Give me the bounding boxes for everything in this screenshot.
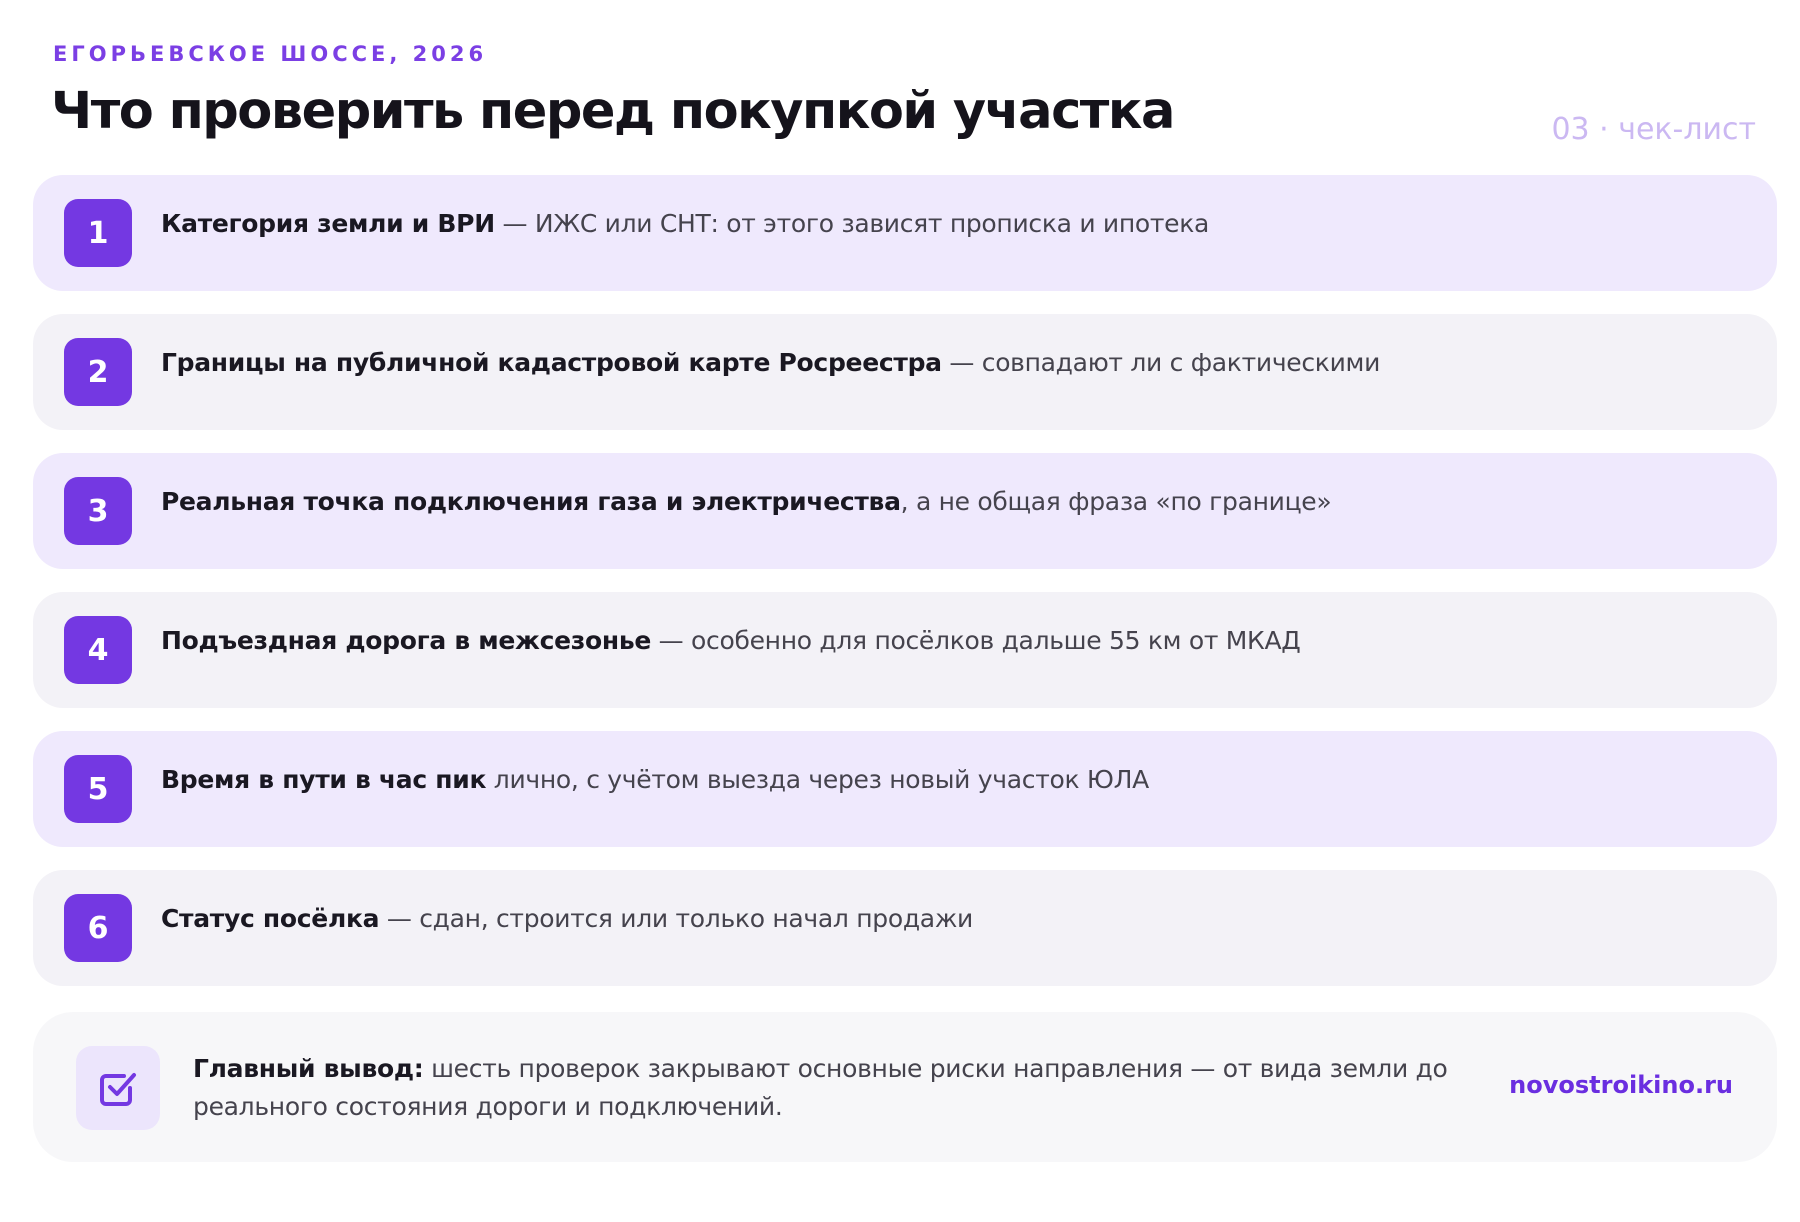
item-description: — ИЖС или СНТ: от этого зависят прописка… xyxy=(494,209,1210,238)
item-text: Статус посёлка — сдан, строится или толь… xyxy=(161,904,973,933)
item-description: , а не общая фраза «по границе» xyxy=(900,487,1332,516)
item-description: — сдан, строится или только начал продаж… xyxy=(379,904,974,933)
summary-card: Главный вывод: шесть проверок закрывают … xyxy=(33,1012,1777,1162)
item-number-badge: 5 xyxy=(64,755,132,823)
item-number-badge: 3 xyxy=(64,477,132,545)
item-title: Время в пути в час пик xyxy=(161,765,487,794)
item-title: Границы на публичной кадастровой карте Р… xyxy=(161,348,942,377)
summary-label: Главный вывод: xyxy=(193,1054,424,1083)
item-title: Статус посёлка xyxy=(161,904,380,933)
item-description: лично, с учётом выезда через новый участ… xyxy=(486,765,1149,794)
item-text: Границы на публичной кадастровой карте Р… xyxy=(161,348,1380,377)
checklist-item: 2 Границы на публичной кадастровой карте… xyxy=(33,314,1777,430)
checklist: 1 Категория земли и ВРИ — ИЖС или СНТ: о… xyxy=(33,175,1777,1009)
item-text: Подъездная дорога в межсезонье — особенн… xyxy=(161,626,1301,655)
item-description: — совпадают ли с фактическими xyxy=(941,348,1381,377)
kicker: ЕГОРЬЕВСКОЕ ШОССЕ, 2026 xyxy=(53,42,488,66)
item-number-badge: 4 xyxy=(64,616,132,684)
item-number-badge: 6 xyxy=(64,894,132,962)
item-title: Реальная точка подключения газа и электр… xyxy=(161,487,901,516)
item-text: Время в пути в час пик лично, с учётом в… xyxy=(161,765,1149,794)
checkbox-check-icon xyxy=(76,1046,160,1130)
checklist-item: 4 Подъездная дорога в межсезонье — особе… xyxy=(33,592,1777,708)
checklist-item: 6 Статус посёлка — сдан, строится или то… xyxy=(33,870,1777,986)
checklist-item: 1 Категория земли и ВРИ — ИЖС или СНТ: о… xyxy=(33,175,1777,291)
item-text: Реальная точка подключения газа и электр… xyxy=(161,487,1332,516)
summary-text: Главный вывод: шесть проверок закрывают … xyxy=(193,1050,1463,1126)
item-title: Категория земли и ВРИ xyxy=(161,209,495,238)
checklist-item: 3 Реальная точка подключения газа и элек… xyxy=(33,453,1777,569)
checklist-item: 5 Время в пути в час пик лично, с учётом… xyxy=(33,731,1777,847)
item-text: Категория земли и ВРИ — ИЖС или СНТ: от … xyxy=(161,209,1209,238)
page-label: 03 · чек-лист xyxy=(1551,112,1756,147)
item-title: Подъездная дорога в межсезонье xyxy=(161,626,652,655)
site-link[interactable]: novostroikino.ru xyxy=(1509,1071,1733,1099)
item-number-badge: 2 xyxy=(64,338,132,406)
item-number-badge: 1 xyxy=(64,199,132,267)
page-title: Что проверить перед покупкой участка xyxy=(51,82,1175,141)
item-description: — особенно для посёлков дальше 55 км от … xyxy=(651,626,1301,655)
